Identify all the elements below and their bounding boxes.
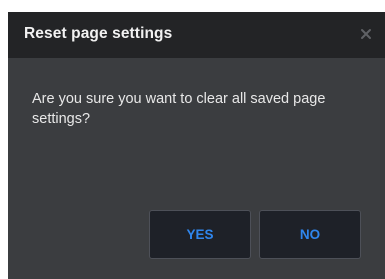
dialog-title: Reset page settings <box>24 25 173 42</box>
close-icon[interactable] <box>359 27 373 41</box>
yes-button[interactable]: YES <box>149 210 251 259</box>
no-button[interactable]: NO <box>259 210 361 259</box>
reset-settings-dialog: Reset page settings Are you sure you wan… <box>8 12 385 279</box>
dialog-title-bar: Reset page settings <box>8 12 385 58</box>
dialog-message: Are you sure you want to clear all saved… <box>32 91 326 127</box>
